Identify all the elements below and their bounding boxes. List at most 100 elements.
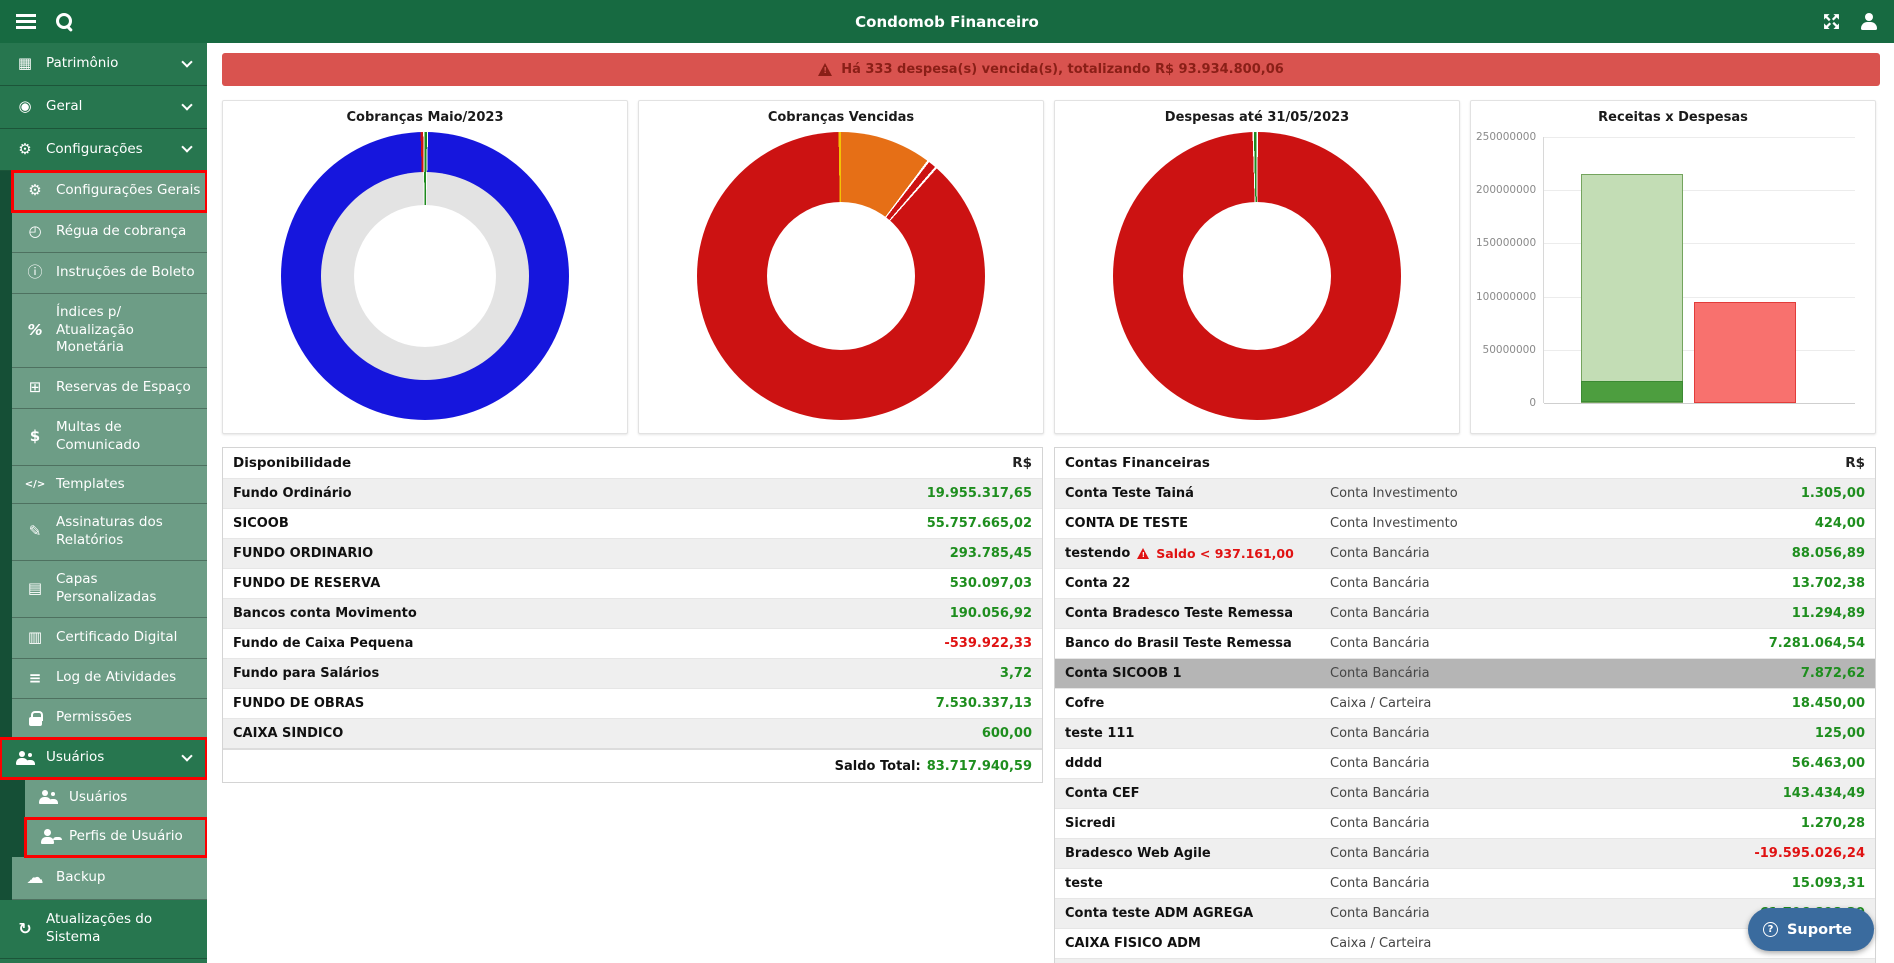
donut-hole xyxy=(1183,202,1331,350)
sidebar-item-reservas-de-espaco[interactable]: ⊞Reservas de Espaço xyxy=(12,368,207,409)
fund-balance: 600,00 xyxy=(832,726,1032,741)
account-balance: 125,00 xyxy=(1665,726,1865,741)
building-icon: ▦ xyxy=(14,54,36,74)
lock-icon xyxy=(24,711,46,726)
sidebar-item-label: Assinaturas dos Relatórios xyxy=(56,514,201,550)
account-name: Conta teste ADM AGREGA xyxy=(1065,906,1330,921)
sidebar-item-label: Certificado Digital xyxy=(56,629,201,647)
fund-balance: 190.056,92 xyxy=(832,606,1032,621)
table-row[interactable]: Conta 22Conta Bancária13.702,38 xyxy=(1055,568,1875,598)
table-row[interactable]: testeConta Bancária15.093,31 xyxy=(1055,868,1875,898)
sidebar-item-log-de-atividades[interactable]: ≡Log de Atividades xyxy=(12,659,207,700)
sidebar-item-multas-de-comunicado[interactable]: $Multas de Comunicado xyxy=(12,409,207,466)
account-type: Conta Bancária xyxy=(1330,546,1665,561)
account-balance: 13.702,38 xyxy=(1665,576,1865,591)
fund-name: SICOOB xyxy=(233,516,832,531)
donut-hole xyxy=(354,205,496,347)
card-despesas: Despesas até 31/05/2023 xyxy=(1054,100,1460,434)
account-name: teste 111 xyxy=(1065,726,1330,741)
sidebar-item-label: Configurações xyxy=(46,141,169,159)
sidebar-item-atualizacoes-do-sistema[interactable]: ↻ Atualizações do Sistema xyxy=(0,900,207,959)
support-button[interactable]: ? Suporte xyxy=(1748,908,1874,951)
support-button-label: Suporte xyxy=(1787,922,1852,938)
y-axis-tick-label: 100000000 xyxy=(1476,291,1536,303)
account-name: Conta CEF xyxy=(1065,786,1330,801)
table-row[interactable]: Conta SICOOB 1Conta Bancária7.872,62 xyxy=(1055,658,1875,688)
sidebar-item-geral[interactable]: ◉Geral xyxy=(0,86,207,129)
sidebar-item-certificado-digital[interactable]: ▥ Certificado Digital xyxy=(12,618,207,659)
account-balance: 56.463,00 xyxy=(1665,756,1865,771)
account-type: Conta Investimento xyxy=(1330,516,1665,531)
account-balance: 18.450,00 xyxy=(1665,696,1865,711)
info-icon: ⓘ xyxy=(24,263,46,283)
table-row[interactable]: Bradesco Web AgileConta Bancária-19.595.… xyxy=(1055,838,1875,868)
currency-header: R$ xyxy=(832,455,1032,471)
fund-balance: 19.955.317,65 xyxy=(832,486,1032,501)
sidebar-item-regua-de-cobranca[interactable]: ◴Régua de cobrança xyxy=(12,212,207,253)
sidebar-item-label: Atualizações do Sistema xyxy=(46,911,199,947)
gears-icon: ⚙ xyxy=(14,140,36,160)
sidebar-item-configuracoes[interactable]: ⚙ Configurações xyxy=(0,129,207,172)
sidebar-item-templates[interactable]: </>Templates xyxy=(12,466,207,505)
chevron-down-icon xyxy=(181,56,192,67)
sidebar-item-permissoes[interactable]: Permissões xyxy=(12,699,207,738)
alert-text: Há 333 despesa(s) vencida(s), totalizand… xyxy=(841,62,1284,77)
bar-segment xyxy=(1581,381,1683,402)
account-type: Conta Bancária xyxy=(1330,756,1665,771)
pen-icon: ✎ xyxy=(24,522,46,542)
sidebar-item-usuarios[interactable]: Usuários xyxy=(25,779,207,818)
table-row[interactable]: teste 111Conta Bancária125,00 xyxy=(1055,718,1875,748)
table-row[interactable]: CofreCaixa / Carteira18.450,00 xyxy=(1055,688,1875,718)
sidebar-item-perfis-de-usuario[interactable]: Perfis de Usuário xyxy=(25,818,207,857)
table-row[interactable]: ddddConta Bancária56.463,00 xyxy=(1055,748,1875,778)
account-type: Conta Bancária xyxy=(1330,576,1665,591)
account-name: Conta Bradesco Teste Remessa xyxy=(1065,606,1330,621)
table-row[interactable]: Conta Bradesco Teste RemessaConta Bancár… xyxy=(1055,598,1875,628)
fund-name: Fundo Ordinário xyxy=(233,486,832,501)
bar-despesas xyxy=(1694,302,1796,403)
table-row[interactable]: Conta CEFConta Bancária143.434,49 xyxy=(1055,778,1875,808)
fund-balance: 3,72 xyxy=(832,666,1032,681)
donut-hole xyxy=(767,202,915,350)
idcard-icon: ▥ xyxy=(24,628,46,648)
sidebar-item-label: Régua de cobrança xyxy=(56,223,201,241)
sidebar-item-label: Patrimônio xyxy=(46,55,169,73)
user-icon[interactable] xyxy=(1860,13,1878,30)
table-row[interactable]: testendo!Saldo < 937.161,00Conta Bancári… xyxy=(1055,538,1875,568)
sidebar-item-label: Templates xyxy=(56,476,201,494)
y-axis-tick-label: 50000000 xyxy=(1476,344,1536,356)
table-header: Contas FinanceirasR$ xyxy=(1055,448,1875,478)
table-row[interactable]: Conta Teste TaináConta Investimento1.305… xyxy=(1055,478,1875,508)
sidebar-item-usuarios[interactable]: Usuários xyxy=(0,738,207,779)
account-name: Conta 22 xyxy=(1065,576,1330,591)
account-name: CAIXA FÍSICO ADM xyxy=(1065,936,1330,951)
target-icon: ◉ xyxy=(14,97,36,117)
sidebar-item-assinaturas-dos-relatorios[interactable]: ✎ Assinaturas dos Relatórios xyxy=(12,504,207,561)
account-balance: 15.093,31 xyxy=(1665,876,1865,891)
table-row[interactable]: Teste BS2Conta Bancária1.100,00 xyxy=(1055,958,1875,963)
sidebar-item-suporte[interactable]: ?Suporte xyxy=(0,959,207,963)
table-row[interactable]: CONTA DE TESTEConta Investimento424,00 xyxy=(1055,508,1875,538)
search-icon[interactable] xyxy=(56,13,74,31)
warning-triangle-icon: ! xyxy=(1137,548,1149,559)
sidebar-item-label: Log de Atividades xyxy=(56,669,201,687)
sidebar-item-configuracoes-gerais[interactable]: ⚙Configurações Gerais xyxy=(12,171,207,212)
sidebar-item-instrucoes-de-boleto[interactable]: ⓘInstruções de Boleto xyxy=(12,253,207,294)
table-row: Fundo Ordinário19.955.317,65 xyxy=(223,478,1042,508)
menu-icon[interactable] xyxy=(16,14,36,29)
disponibilidade-table: DisponibilidadeR$Fundo Ordinário19.955.3… xyxy=(222,447,1043,783)
sidebar-item-backup[interactable]: ☁Backup xyxy=(12,857,207,900)
sidebar-item-label: Usuários xyxy=(69,789,201,807)
sidebar-item-patrimonio[interactable]: ▦ Patrimônio xyxy=(0,43,207,86)
chevron-down-icon xyxy=(181,142,192,153)
fullscreen-icon[interactable] xyxy=(1823,13,1840,30)
user-gear-icon xyxy=(37,829,59,844)
account-name: testendo!Saldo < 937.161,00 xyxy=(1065,546,1330,561)
table-row[interactable]: SicrediConta Bancária1.270,28 xyxy=(1055,808,1875,838)
refresh-icon: ↻ xyxy=(14,918,36,939)
account-balance: 7.872,62 xyxy=(1665,666,1865,681)
sidebar-item-capas-personalizadas[interactable]: ▤Capas Personalizadas xyxy=(12,561,207,618)
table-row[interactable]: Banco do Brasil Teste RemessaConta Bancá… xyxy=(1055,628,1875,658)
sidebar-item-indices-p-atualizacao-monetaria[interactable]: %Índices p/ Atualização Monetária xyxy=(12,294,207,368)
sidebar-item-label: Multas de Comunicado xyxy=(56,419,201,455)
